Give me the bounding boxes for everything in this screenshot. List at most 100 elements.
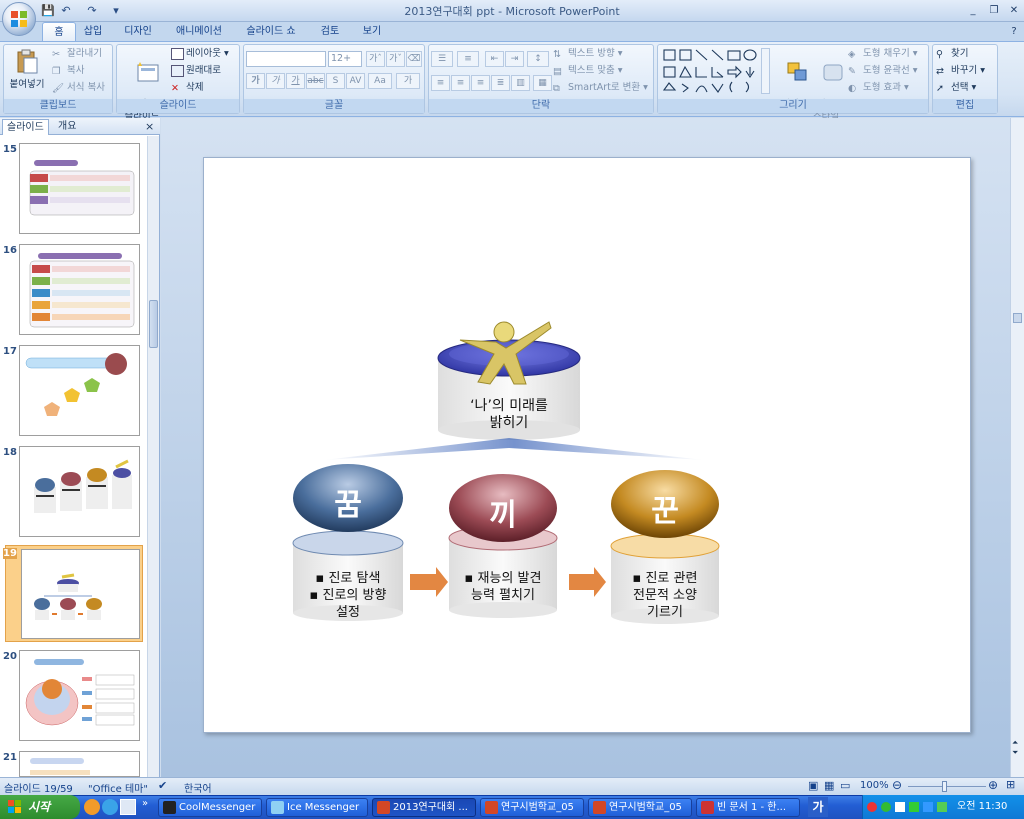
paste-button[interactable]: 붙여넣기 bbox=[7, 49, 47, 91]
bold-icon[interactable]: 가 bbox=[246, 73, 265, 89]
taskbar-item-ppt-3[interactable]: 연구시범학교_05 bbox=[588, 798, 692, 817]
spellcheck-icon[interactable]: ✔ bbox=[158, 779, 167, 792]
font-name-box[interactable] bbox=[246, 51, 326, 67]
underline-icon[interactable]: 가 bbox=[286, 73, 305, 89]
slide-canvas[interactable]: ‘나’의 미래를 밝히기 꿈 끼 꾼 ▪ 진로 탐색 ▪ 진로의 방향 설정 ▪… bbox=[203, 157, 971, 733]
quicklaunch-icon[interactable] bbox=[84, 799, 100, 815]
align-right-icon[interactable]: ≡ bbox=[471, 75, 490, 91]
taskbar-item-icemessenger[interactable]: Ice Messenger bbox=[266, 798, 368, 817]
zoom-in-icon[interactable]: ⊕ bbox=[988, 778, 998, 792]
tab-animations[interactable]: 애니메이션 bbox=[168, 22, 230, 42]
taskbar-item-ppt-2[interactable]: 연구시범학교_05 bbox=[480, 798, 584, 817]
find-button[interactable]: ⚲ 찾기 bbox=[936, 47, 968, 61]
close-icon[interactable]: ✕ bbox=[1004, 2, 1024, 19]
tab-slideshow[interactable]: 슬라이드 쇼 bbox=[240, 22, 302, 42]
align-text-button[interactable]: ▤ 텍스트 맞춤 ▾ bbox=[553, 64, 623, 78]
scrollbar-thumb[interactable] bbox=[149, 300, 158, 348]
zoom-slider[interactable] bbox=[908, 786, 986, 787]
tab-outline-panel[interactable]: 개요 bbox=[54, 119, 80, 135]
align-center-icon[interactable]: ≡ bbox=[451, 75, 470, 91]
line-spacing-icon[interactable]: ↕ bbox=[527, 51, 549, 67]
tab-home[interactable]: 홈 bbox=[42, 22, 76, 42]
font-size-box[interactable]: 12+ bbox=[328, 51, 362, 67]
align-left-icon[interactable]: ≡ bbox=[431, 75, 450, 91]
tray-icon[interactable] bbox=[867, 802, 877, 812]
clear-format-icon[interactable]: ⌫ bbox=[406, 51, 422, 67]
taskbar-item-coolmessenger[interactable]: CoolMessenger bbox=[158, 798, 262, 817]
slide-thumbnail-19[interactable] bbox=[21, 549, 140, 639]
font-color-icon[interactable]: 가 bbox=[396, 73, 420, 89]
taskbar-item-hwp[interactable]: 빈 문서 1 - 한... bbox=[696, 798, 800, 817]
distribute-icon[interactable]: ▥ bbox=[511, 75, 530, 91]
zoom-slider-thumb[interactable] bbox=[942, 781, 947, 792]
desktop-icon[interactable] bbox=[120, 799, 136, 815]
minimize-icon[interactable]: _ bbox=[963, 2, 983, 19]
tray-icon[interactable] bbox=[881, 802, 891, 812]
italic-icon[interactable]: 가 bbox=[266, 73, 285, 89]
format-painter-button[interactable]: 🖌 서식 복사 bbox=[52, 81, 105, 95]
strikethrough-icon[interactable]: abc bbox=[306, 73, 325, 89]
columns-icon[interactable]: ▦ bbox=[533, 75, 552, 91]
replace-icon: ⇄ bbox=[936, 65, 944, 77]
select-button[interactable]: ➚ 선택 ▾ bbox=[936, 81, 976, 95]
shapes-gallery-scroll[interactable] bbox=[761, 48, 770, 94]
normal-view-icon[interactable]: ▣ bbox=[808, 779, 818, 792]
slide-thumbnail-21[interactable] bbox=[19, 751, 140, 777]
slide-thumbnail-18[interactable] bbox=[19, 446, 140, 537]
shapes-gallery[interactable] bbox=[662, 48, 762, 96]
shape-fill-button[interactable]: ◈ 도형 채우기 ▾ bbox=[848, 47, 918, 61]
reset-button[interactable]: 원래대로 bbox=[171, 64, 221, 78]
tray-icon[interactable] bbox=[909, 802, 919, 812]
prev-slide-icon[interactable]: ⏶ ⏷ bbox=[1012, 738, 1018, 758]
help-icon[interactable]: ? bbox=[1004, 23, 1024, 40]
bullets-icon[interactable]: ☰ bbox=[431, 51, 453, 67]
cut-button[interactable]: ✂ 잘라내기 bbox=[52, 47, 102, 61]
fit-window-icon[interactable]: ⊞ bbox=[1006, 778, 1015, 791]
grow-font-icon[interactable]: 가ˆ bbox=[366, 51, 385, 67]
justify-icon[interactable]: ≣ bbox=[491, 75, 510, 91]
numbering-icon[interactable]: ≡ bbox=[457, 51, 479, 67]
restore-icon[interactable]: ❐ bbox=[984, 2, 1004, 19]
copy-button[interactable]: ❐ 복사 bbox=[52, 64, 84, 78]
tab-insert[interactable]: 삽입 bbox=[78, 22, 108, 42]
tab-view[interactable]: 보기 bbox=[356, 22, 388, 42]
shape-outline-button[interactable]: ✎ 도형 윤곽선 ▾ bbox=[848, 64, 918, 78]
smartart-button[interactable]: ⧉ SmartArt로 변환 ▾ bbox=[553, 81, 648, 95]
editor-vertical-scrollbar[interactable]: ⏶ ⏷ bbox=[1010, 118, 1024, 777]
delete-slide-button[interactable]: ✕ 삭제 bbox=[171, 81, 203, 95]
zoom-level[interactable]: 100% bbox=[860, 780, 889, 791]
tray-icon[interactable] bbox=[895, 802, 905, 812]
taskbar-item-powerpoint[interactable]: 2013연구대회 ... bbox=[372, 798, 476, 817]
tab-review[interactable]: 검토 bbox=[314, 22, 346, 42]
slide-thumbnail-15[interactable] bbox=[19, 143, 140, 234]
slides-panel-scrollbar[interactable] bbox=[147, 136, 159, 777]
text-direction-button[interactable]: ⇅ 텍스트 방향 ▾ bbox=[553, 47, 623, 61]
tray-icon[interactable] bbox=[923, 802, 933, 812]
ime-indicator[interactable]: 가 bbox=[808, 797, 828, 817]
tab-design[interactable]: 디자인 bbox=[118, 22, 158, 42]
slide-thumbnail-20[interactable] bbox=[19, 650, 140, 741]
tray-icon[interactable] bbox=[937, 802, 947, 812]
shrink-font-icon[interactable]: 가ˇ bbox=[386, 51, 405, 67]
shadow-icon[interactable]: S bbox=[326, 73, 345, 89]
start-button[interactable]: 시작 bbox=[0, 795, 80, 819]
browser-icon[interactable] bbox=[102, 799, 118, 815]
shape-effects-button[interactable]: ◐ 도형 효과 ▾ bbox=[848, 81, 909, 95]
slideshow-icon[interactable]: ▭ bbox=[840, 779, 850, 792]
close-panel-icon[interactable]: × bbox=[145, 120, 154, 133]
char-spacing-icon[interactable]: AV bbox=[346, 73, 365, 89]
tab-slides-panel[interactable]: 슬라이드 bbox=[2, 119, 49, 135]
layout-button[interactable]: 레이아웃 ▾ bbox=[171, 47, 229, 61]
replace-button[interactable]: ⇄ 바꾸기 ▾ bbox=[936, 64, 985, 78]
quicklaunch-more-icon[interactable]: » bbox=[142, 798, 148, 809]
slide-thumbnail-16[interactable] bbox=[19, 244, 140, 335]
zoom-out-icon[interactable]: ⊖ bbox=[892, 778, 902, 792]
increase-indent-icon[interactable]: ⇥ bbox=[505, 51, 524, 67]
slide-sorter-icon[interactable]: ▦ bbox=[824, 779, 834, 792]
change-case-icon[interactable]: Aa bbox=[368, 73, 392, 89]
slide-thumbnail-17[interactable] bbox=[19, 345, 140, 436]
decrease-indent-icon[interactable]: ⇤ bbox=[485, 51, 504, 67]
scrollbar-thumb[interactable] bbox=[1013, 313, 1022, 323]
office-button[interactable] bbox=[2, 2, 36, 36]
language-indicator[interactable]: 한국어 bbox=[184, 780, 212, 795]
